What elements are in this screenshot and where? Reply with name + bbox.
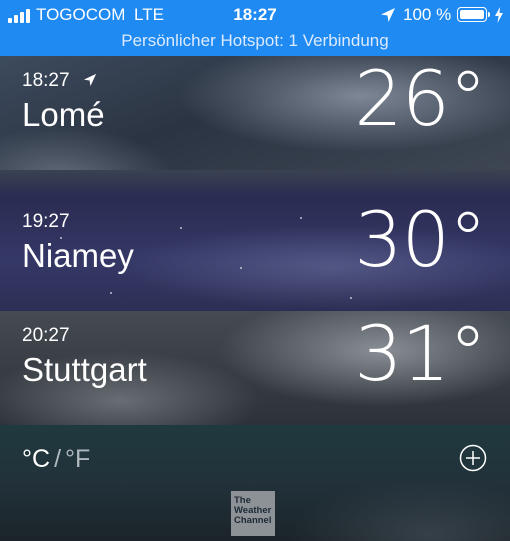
battery-percentage: 100 % (403, 5, 452, 24)
city-name: Lomé (22, 96, 105, 133)
location-arrow-icon (381, 8, 395, 22)
city-temperature: 30° (354, 197, 487, 284)
city-local-time: 20:27 (22, 325, 70, 346)
background-band (0, 170, 510, 197)
unit-celsius[interactable]: °C (22, 445, 50, 473)
logo-text-line: Channel (234, 515, 272, 526)
city-name: Niamey (22, 237, 134, 274)
footer-bar: °C / °F The Weather Channel (0, 425, 510, 541)
add-city-button[interactable] (459, 444, 487, 472)
city-temperature: 31° (354, 311, 487, 398)
city-time-text: 18:27 (22, 70, 70, 91)
unit-separator: / (54, 445, 62, 473)
city-row-lome[interactable]: 18:27 Lomé 26° (0, 56, 510, 170)
current-location-icon (83, 73, 96, 87)
city-row-stuttgart[interactable]: 20:27 Stuttgart 31° (0, 311, 510, 425)
city-name: Stuttgart (22, 351, 147, 388)
city-local-time: 18:27 (22, 70, 97, 92)
battery-icon (457, 7, 487, 22)
status-row: TOGOCOM LTE 18:27 100 % (0, 4, 510, 26)
weather-channel-logo[interactable]: The Weather Channel (231, 491, 275, 536)
city-local-time: 19:27 (22, 211, 70, 232)
hotspot-banner[interactable]: Persönlicher Hotspot: 1 Verbindung (0, 31, 510, 51)
charging-bolt-icon (495, 7, 503, 23)
status-bar: TOGOCOM LTE 18:27 100 % Persönlicher Hot… (0, 0, 510, 56)
unit-toggle[interactable]: °C / °F (22, 445, 90, 474)
unit-fahrenheit[interactable]: °F (65, 445, 90, 473)
city-temperature: 26° (354, 56, 487, 143)
city-row-niamey[interactable]: 19:27 Niamey 30° (0, 197, 510, 311)
